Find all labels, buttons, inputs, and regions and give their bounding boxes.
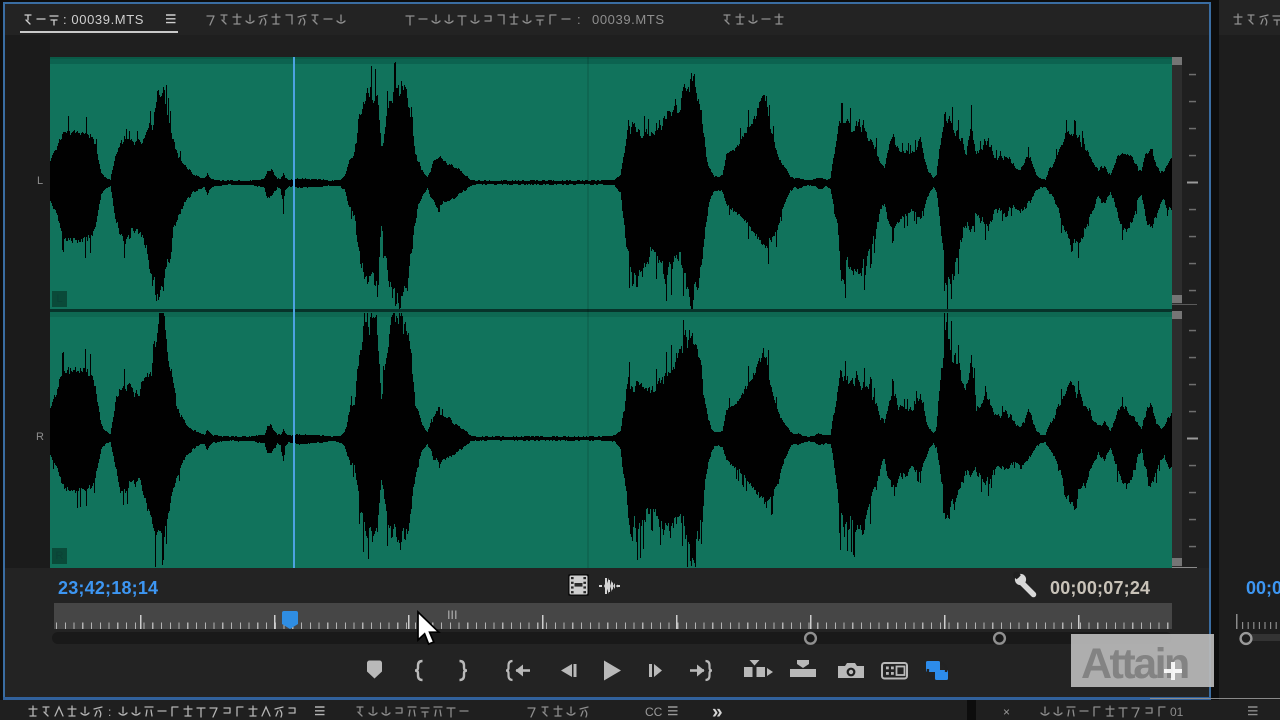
svg-text:CC: CC <box>645 705 663 719</box>
svg-text:×: × <box>1003 705 1010 719</box>
svg-text:»: » <box>712 702 723 720</box>
svg-text:01: 01 <box>1170 705 1184 719</box>
svg-text::: : <box>108 705 111 719</box>
svg-text:00;00: 00;00 <box>1246 578 1280 598</box>
svg-text:: 00039.MTS: : 00039.MTS <box>63 12 144 27</box>
svg-text::: : <box>577 12 581 27</box>
svg-text:00039.MTS: 00039.MTS <box>592 12 665 27</box>
